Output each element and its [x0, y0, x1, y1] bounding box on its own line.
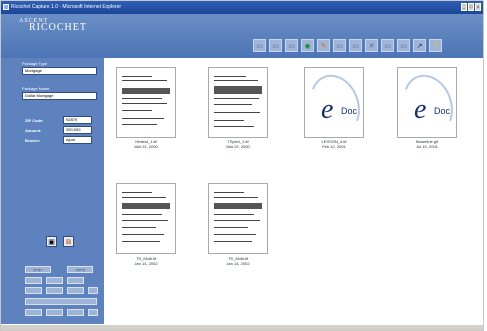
page-icon[interactable]: ▭ — [285, 39, 298, 52]
maximize-button[interactable]: □ — [468, 3, 474, 11]
nav-field[interactable] — [25, 298, 97, 305]
window-title: Ricochet Capture 1.0 - Microsoft Interne… — [11, 4, 122, 10]
sidebar: Package Type Mortgage Package Name Dolla… — [1, 58, 104, 330]
page-icon[interactable]: ▭ — [269, 39, 282, 52]
title-bar: Ricochet Capture 1.0 - Microsoft Interne… — [1, 1, 483, 14]
page-icon[interactable]: ▭ — [381, 39, 394, 52]
delete-icon[interactable]: ✕ — [365, 39, 378, 52]
nav-button[interactable] — [88, 309, 98, 316]
close-button[interactable]: x — [475, 3, 481, 11]
branch-field[interactable]: Ajuni — [63, 136, 92, 144]
nav-button[interactable] — [67, 287, 84, 294]
package-name-field[interactable]: Dollar Mortgage — [22, 92, 97, 100]
thumbnail-caption: flowerline.gif Jul 10, 2001 — [415, 139, 439, 149]
zip-code-label: ZIP Code: — [25, 118, 44, 123]
pencil-icon[interactable]: ✎ — [317, 39, 330, 52]
thumbnail-ts-multi[interactable] — [208, 183, 268, 254]
thumbnail-lesson[interactable]: e Doc — [301, 67, 369, 143]
nav-button[interactable] — [25, 287, 42, 294]
help-icon[interactable]: ? — [429, 39, 442, 52]
nav-button[interactable] — [46, 277, 63, 284]
amount-field[interactable]: 250,000 — [63, 126, 92, 134]
browser-window: Ricochet Capture 1.0 - Microsoft Interne… — [0, 0, 484, 331]
nav-button[interactable] — [46, 287, 63, 294]
edoc-icon: e Doc — [394, 67, 462, 143]
package-name-label: Package Name — [22, 86, 50, 91]
toolbar: ▭ ▭ ▭ ◉ ✎ ▭ ▭ ✕ ▭ ▭ ↗ ? — [253, 39, 442, 52]
ie-icon — [3, 4, 9, 10]
tools-icon[interactable]: ↗ — [413, 39, 426, 52]
nav-button[interactable] — [67, 309, 84, 316]
page-icon[interactable]: ▭ — [333, 39, 346, 52]
nav-button[interactable] — [25, 309, 42, 316]
document-gallery: Hmtest_1.tif Mar 21, 2000 TSpecl_1.tif Mar… — [104, 58, 483, 324]
thumbnail-flowerline[interactable]: e Doc — [394, 67, 462, 143]
app-header: ASCENT RICOCHET ▭ ▭ ▭ ◉ ✎ ▭ ▭ ✕ ▭ ▭ ↗ ? — [1, 14, 483, 58]
thumbnail-caption: TSpecl_1.tif Mar 22, 2000 — [226, 139, 250, 149]
nav-next-button[interactable]: >|>>| — [67, 266, 93, 273]
page-icon[interactable]: ▭ — [253, 39, 266, 52]
minimize-button[interactable]: _ — [461, 3, 467, 11]
amount-label: Amount: — [25, 128, 42, 133]
ascent-ricochet-logo: ASCENT RICOCHET — [19, 18, 87, 33]
nav-prev-button[interactable]: |<<|< — [25, 266, 51, 273]
page-icon[interactable]: ▭ — [349, 39, 362, 52]
zip-code-field[interactable]: 92879 — [63, 116, 92, 124]
nav-button[interactable] — [25, 277, 42, 284]
thumbnail-caption: TS_Multi.tif Jan 14, 2002 — [226, 256, 250, 266]
thumbnail-caption: LESSON_4.tif Feb 12, 2001 — [321, 139, 347, 149]
cancel-icon[interactable]: ⊠ — [63, 236, 74, 247]
package-type-label: Package Type — [22, 61, 48, 66]
page-icon[interactable]: ▭ — [397, 39, 410, 52]
thumbnail-ts-multi[interactable] — [116, 183, 176, 254]
nav-button[interactable] — [46, 309, 63, 316]
window-controls: _ □ x — [461, 3, 481, 11]
status-bar — [1, 324, 483, 330]
eye-icon[interactable]: ◉ — [301, 39, 314, 52]
nav-button[interactable] — [67, 277, 84, 284]
save-icon[interactable]: ▣ — [46, 236, 57, 247]
thumbnail-tspecl[interactable] — [208, 67, 268, 138]
thumbnail-caption: Hmtest_1.tif Mar 21, 2000 — [134, 139, 158, 149]
save-controls: ▣ ⊠ — [46, 236, 74, 247]
edoc-icon: e Doc — [301, 67, 369, 143]
branch-label: Branch: — [25, 138, 41, 143]
package-type-field[interactable]: Mortgage — [22, 67, 97, 75]
thumbnail-hmtest[interactable] — [116, 67, 176, 138]
nav-button[interactable] — [88, 287, 98, 294]
thumbnail-caption: TS_Multi.tif Jan 14, 2002 — [134, 256, 158, 266]
